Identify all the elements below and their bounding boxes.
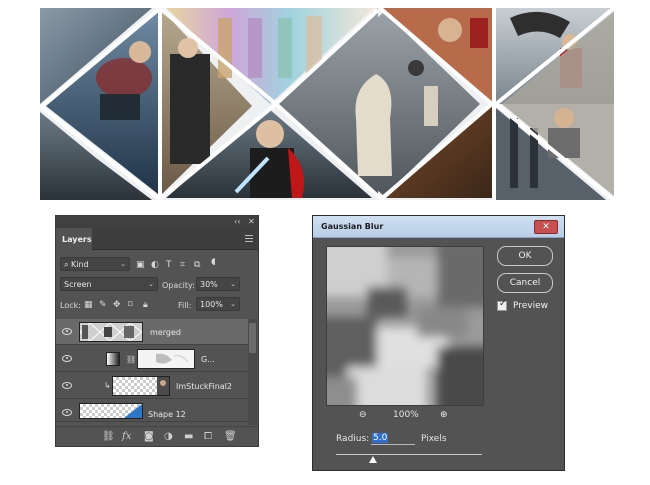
opacity-value: 30% (200, 280, 218, 289)
radius-value: 5.0 (372, 433, 389, 443)
chevron-down-icon: ⌄ (120, 260, 126, 268)
lock-transparent-icon[interactable]: ▦ (84, 300, 93, 310)
layer-row-shape-12[interactable]: Shape 12 (56, 400, 248, 422)
trash-icon[interactable]: 🗑︎ (224, 431, 237, 442)
zoom-in-icon[interactable]: ⊕ (440, 410, 448, 420)
blur-preview[interactable] (326, 246, 484, 406)
opacity-field[interactable]: 30% ⌄ (196, 277, 240, 291)
lock-all-icon[interactable]: 🔒︎ (143, 300, 148, 310)
adjustment-layer-icon[interactable]: ◑ (164, 431, 173, 442)
preview-label: Preview (513, 301, 549, 311)
gaussian-blur-dialog: Gaussian Blur ✕ OK Cancel ✓ Preview ⊖ 10… (312, 215, 565, 471)
zoom-level: 100% (393, 410, 419, 420)
layer-thumbnail (79, 403, 143, 419)
type-filter-icon[interactable]: T (166, 260, 172, 270)
layer-row-gradient[interactable]: ⛓︎ G... (56, 346, 248, 372)
panel-tab-bar: Layers (56, 228, 258, 250)
layer-name[interactable]: merged (150, 328, 181, 337)
new-group-icon[interactable]: ▬ (184, 431, 193, 442)
gradient-adjustment-icon (106, 352, 120, 366)
layer-row-imstuckfinal2[interactable]: ↳ ImStuckFinal2 (56, 373, 248, 399)
dialog-titlebar: Gaussian Blur ✕ (313, 216, 564, 238)
layers-panel: ‹‹ ✕ Layers ⌕ Kind ⌄ ▣ ◐ T ⌗ ⧉ ◖ Screen … (55, 215, 259, 447)
lock-image-icon[interactable]: ✎ (99, 300, 107, 310)
zoom-out-icon[interactable]: ⊖ (359, 410, 367, 420)
blend-mode-select[interactable]: Screen ⌄ (60, 277, 158, 291)
chevron-down-icon: ⌄ (148, 280, 154, 288)
panel-top-strip: ‹‹ ✕ (56, 216, 258, 228)
chevron-down-icon: ⌄ (230, 300, 236, 308)
lock-position-icon[interactable]: ✥ (113, 300, 121, 310)
chevron-down-icon: ⌄ (230, 280, 236, 288)
cancel-button[interactable]: Cancel (497, 273, 553, 293)
collapse-icon[interactable]: ‹‹ (234, 217, 240, 226)
tab-layers[interactable]: Layers (56, 228, 92, 250)
filter-kind-value: Kind (71, 260, 89, 269)
blend-mode-value: Screen (64, 280, 92, 289)
layer-name[interactable]: ImStuckFinal2 (176, 382, 232, 391)
smart-object-filter-icon[interactable]: ⧉ (194, 260, 200, 270)
visibility-eye-icon[interactable] (62, 355, 72, 362)
layer-name[interactable]: Shape 12 (148, 410, 186, 419)
link-layers-icon[interactable]: ⛓︎ (102, 431, 115, 442)
adjustment-filter-icon[interactable]: ◐ (151, 260, 159, 270)
shape-filter-icon[interactable]: ⌗ (180, 260, 185, 270)
scrollbar-thumb[interactable] (249, 323, 256, 353)
artboard-lock-icon[interactable]: ⌑ (128, 300, 133, 310)
fx-icon[interactable]: fx (122, 431, 131, 442)
dialog-title: Gaussian Blur (321, 222, 384, 231)
close-icon[interactable]: ✕ (248, 217, 255, 226)
collage-image (40, 8, 614, 200)
clipping-arrow-icon: ↳ (104, 381, 111, 390)
layer-thumbnail (112, 376, 170, 396)
layer-row-merged[interactable]: merged (56, 319, 248, 345)
radius-slider-track[interactable] (336, 454, 482, 455)
filter-toggle-icon[interactable]: ◖ (211, 257, 216, 267)
blend-row: Screen ⌄ Opacity: 30% ⌄ (56, 276, 258, 294)
fill-field[interactable]: 100% ⌄ (196, 297, 240, 311)
layer-name[interactable]: G... (201, 355, 215, 364)
filter-row: ⌕ Kind ⌄ ▣ ◐ T ⌗ ⧉ ◖ (56, 255, 258, 273)
radius-label: Radius: (336, 434, 370, 444)
radius-input[interactable]: 5.0 (371, 432, 415, 445)
close-icon: ✕ (542, 222, 550, 232)
preview-checkbox[interactable] (497, 299, 507, 311)
link-icon: ⛓︎ (126, 355, 137, 364)
visibility-eye-icon[interactable] (62, 409, 72, 416)
filter-kind-select[interactable]: ⌕ Kind ⌄ (60, 257, 130, 271)
ok-button[interactable]: OK (497, 246, 553, 266)
visibility-eye-icon[interactable] (62, 382, 72, 389)
layers-footer: ⛓︎ fx ◙ ◑ ▬ ⧠ 🗑︎ (56, 426, 258, 446)
radius-units: Pixels (421, 434, 447, 444)
panel-menu-icon[interactable] (245, 235, 253, 242)
close-button[interactable]: ✕ (534, 220, 558, 234)
opacity-label: Opacity: (162, 281, 195, 290)
search-icon: ⌕ (64, 260, 72, 269)
layer-thumbnail (79, 322, 143, 342)
image-filter-icon[interactable]: ▣ (136, 260, 145, 270)
visibility-eye-icon[interactable] (62, 328, 72, 335)
fill-label: Fill: (178, 301, 192, 310)
radius-slider-thumb[interactable] (368, 456, 377, 463)
lock-label: Lock: (60, 301, 81, 310)
lock-row: Lock: ▦ ✎ ✥ ⌑ 🔒︎ Fill: 100% ⌄ (56, 296, 258, 314)
screenshot: ‹‹ ✕ Layers ⌕ Kind ⌄ ▣ ◐ T ⌗ ⧉ ◖ Screen … (0, 0, 650, 485)
add-mask-icon[interactable]: ◙ (144, 431, 154, 442)
layer-mask-thumbnail (137, 349, 195, 369)
layers-scrollbar[interactable] (248, 319, 257, 425)
fill-value: 100% (200, 300, 223, 309)
new-layer-icon[interactable]: ⧠ (204, 431, 212, 442)
